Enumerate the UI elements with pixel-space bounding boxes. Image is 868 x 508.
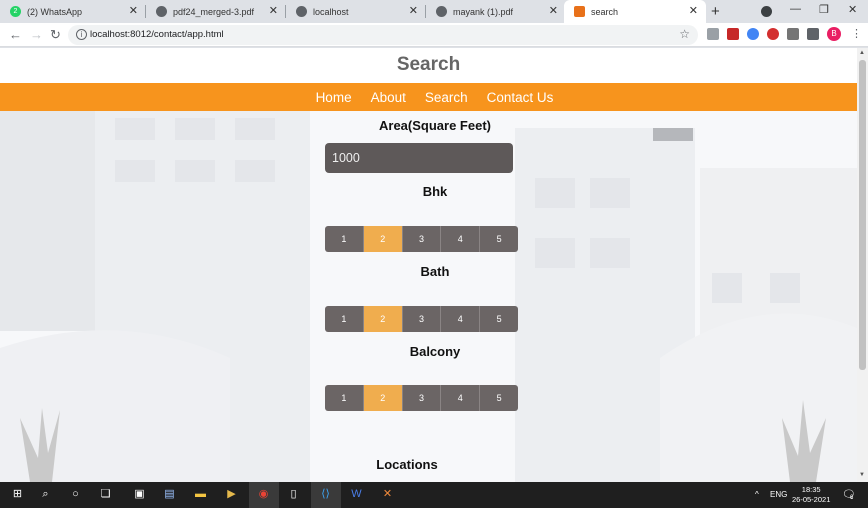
media-player-icon[interactable]: ▶ bbox=[224, 487, 239, 502]
notification-icon[interactable]: 🗨 bbox=[842, 488, 856, 501]
bhk-label: Bhk bbox=[422, 184, 448, 199]
windows-taskbar: ⊞ ⌕ ○ ❏ ▣ ▤ ▬ ▶ ◉ ▯ ⟨⟩ W ✕ ^ ENG 18:35 2… bbox=[0, 482, 868, 508]
bath-option-selected[interactable]: 2 bbox=[363, 306, 403, 332]
clock-time: 18:35 bbox=[801, 485, 821, 494]
tab-search-menu-icon[interactable] bbox=[761, 6, 772, 17]
close-tab-icon[interactable]: ✕ bbox=[269, 5, 278, 17]
restore-icon[interactable]: ❐ bbox=[819, 3, 829, 16]
bath-option[interactable]: 5 bbox=[480, 306, 518, 332]
tab-pdf24[interactable]: pdf24_merged-3.pdf ✕ bbox=[146, 0, 286, 23]
bhk-option[interactable]: 1 bbox=[325, 226, 364, 252]
cortana-icon[interactable]: ○ bbox=[68, 487, 83, 502]
area-input[interactable]: 1000 bbox=[325, 143, 513, 173]
tab-search[interactable]: search ✕ bbox=[564, 0, 706, 23]
close-tab-icon[interactable]: ✕ bbox=[129, 5, 138, 17]
tab-label: pdf24_merged-3.pdf bbox=[173, 6, 255, 17]
nav-about[interactable]: About bbox=[371, 90, 406, 105]
search-icon[interactable]: ⌕ bbox=[38, 487, 53, 502]
puzzle-icon[interactable] bbox=[807, 28, 819, 40]
task-view-icon[interactable]: ❏ bbox=[98, 487, 113, 502]
bhk-option[interactable]: 5 bbox=[480, 226, 518, 252]
nav-search[interactable]: Search bbox=[425, 90, 468, 105]
page-title: Search bbox=[396, 54, 461, 75]
page-header: Search bbox=[0, 48, 857, 83]
page-viewport: Search Home About Search Contact Us Area… bbox=[0, 48, 857, 482]
forward-icon[interactable]: → bbox=[30, 27, 43, 42]
clock[interactable]: 18:35 26-05-2021 bbox=[792, 485, 830, 505]
tab-label: localhost bbox=[313, 6, 349, 17]
close-tab-icon[interactable]: ✕ bbox=[549, 5, 558, 17]
bookmark-star-icon[interactable]: ☆ bbox=[679, 27, 690, 41]
back-icon[interactable]: ← bbox=[9, 27, 22, 42]
terminal-icon[interactable]: ▤ bbox=[162, 487, 177, 502]
store-icon[interactable]: ▣ bbox=[132, 487, 147, 502]
xampp-icon bbox=[574, 6, 585, 17]
balcony-option-selected[interactable]: 2 bbox=[363, 385, 403, 411]
bath-selector: 1 2 3 4 5 bbox=[325, 306, 518, 332]
tab-whatsapp[interactable]: 2 (2) WhatsApp ✕ bbox=[0, 0, 146, 23]
windows-start-icon[interactable]: ⊞ bbox=[10, 487, 25, 502]
extension-icon[interactable] bbox=[787, 28, 799, 40]
whatsapp-icon: 2 bbox=[10, 6, 21, 17]
bath-option[interactable]: 1 bbox=[325, 306, 364, 332]
bhk-selector: 1 2 3 4 5 bbox=[325, 226, 518, 252]
address-bar[interactable]: i localhost:8012/contact/app.html ☆ bbox=[68, 25, 698, 45]
vertical-scrollbar[interactable]: ▲ ▼ bbox=[857, 48, 868, 482]
globe-icon bbox=[436, 6, 447, 17]
balcony-label: Balcony bbox=[409, 344, 461, 359]
tab-mayank-pdf[interactable]: mayank (1).pdf ✕ bbox=[426, 0, 566, 23]
bath-label: Bath bbox=[420, 264, 450, 279]
xampp-icon[interactable]: ✕ bbox=[380, 487, 395, 502]
scroll-thumb[interactable] bbox=[859, 60, 866, 370]
bath-option[interactable]: 4 bbox=[441, 306, 481, 332]
globe-icon bbox=[296, 6, 307, 17]
language-indicator[interactable]: ENG bbox=[770, 490, 787, 499]
tab-localhost[interactable]: localhost ✕ bbox=[286, 0, 426, 23]
balcony-option[interactable]: 3 bbox=[402, 385, 442, 411]
bhk-option[interactable]: 3 bbox=[402, 226, 442, 252]
balcony-option[interactable]: 4 bbox=[441, 385, 481, 411]
main-nav: Home About Search Contact Us bbox=[0, 83, 857, 111]
url-text: localhost:8012/contact/app.html bbox=[90, 29, 224, 40]
nav-contact-us[interactable]: Contact Us bbox=[487, 90, 554, 105]
info-icon[interactable]: i bbox=[76, 29, 87, 40]
tray-chevron-icon[interactable]: ^ bbox=[755, 490, 759, 499]
new-tab-button[interactable]: + bbox=[711, 3, 720, 20]
kebab-menu-icon[interactable]: ⋮ bbox=[851, 27, 862, 40]
scroll-up-icon[interactable]: ▲ bbox=[859, 50, 865, 56]
tab-label: mayank (1).pdf bbox=[453, 6, 514, 17]
opera-icon[interactable] bbox=[767, 28, 779, 40]
close-tab-icon[interactable]: ✕ bbox=[689, 5, 698, 17]
bhk-option[interactable]: 4 bbox=[441, 226, 481, 252]
clock-date: 26-05-2021 bbox=[792, 495, 831, 504]
extension-icon[interactable] bbox=[707, 28, 719, 40]
avatar[interactable]: B bbox=[827, 27, 841, 41]
balcony-option[interactable]: 5 bbox=[480, 385, 518, 411]
bath-option[interactable]: 3 bbox=[402, 306, 442, 332]
balcony-option[interactable]: 1 bbox=[325, 385, 364, 411]
area-label: Area(Square Feet) bbox=[379, 118, 491, 133]
nav-home[interactable]: Home bbox=[316, 90, 352, 105]
close-tab-icon[interactable]: ✕ bbox=[409, 5, 418, 17]
chrome-icon[interactable]: ◉ bbox=[256, 487, 271, 502]
scroll-down-icon[interactable]: ▼ bbox=[859, 472, 865, 478]
balcony-selector: 1 2 3 4 5 bbox=[325, 385, 518, 411]
tab-label: search bbox=[591, 6, 619, 17]
bhk-option-selected[interactable]: 2 bbox=[363, 226, 403, 252]
locations-label: Locations bbox=[376, 457, 438, 472]
tab-strip: 2 (2) WhatsApp ✕ pdf24_merged-3.pdf ✕ lo… bbox=[0, 0, 868, 23]
wps-icon[interactable]: W bbox=[349, 487, 364, 502]
notepad-icon[interactable]: ▯ bbox=[286, 487, 301, 502]
reload-icon[interactable]: ↻ bbox=[50, 27, 61, 43]
vscode-icon[interactable]: ⟨⟩ bbox=[318, 487, 333, 502]
globe-icon bbox=[156, 6, 167, 17]
acrobat-icon[interactable] bbox=[727, 28, 739, 40]
tab-label: (2) WhatsApp bbox=[27, 6, 83, 17]
file-explorer-icon[interactable]: ▬ bbox=[193, 487, 208, 502]
window-close-icon[interactable]: ✕ bbox=[848, 3, 857, 16]
minimize-icon[interactable]: — bbox=[790, 3, 801, 15]
notification-count: 6 bbox=[850, 495, 854, 501]
extension-icon[interactable] bbox=[747, 28, 759, 40]
